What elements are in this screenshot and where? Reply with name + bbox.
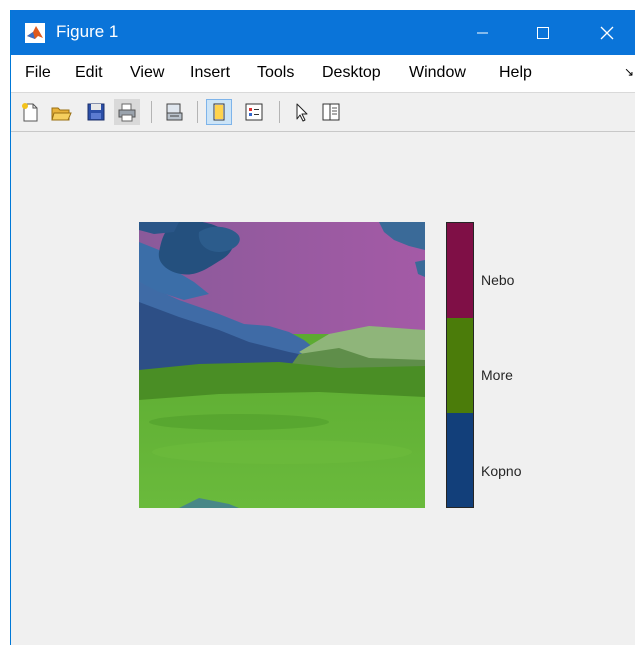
minimize-icon [477, 32, 488, 33]
insert-colorbar-icon [213, 103, 225, 121]
colorbar-segment-more [447, 318, 473, 413]
link-plot-icon [166, 103, 183, 121]
menu-window[interactable]: Window [409, 64, 466, 82]
menu-edit[interactable]: Edit [75, 64, 103, 82]
colorbar[interactable] [446, 222, 474, 508]
open-file-button[interactable] [48, 99, 74, 125]
title-bar[interactable]: Figure 1 [11, 10, 635, 55]
toolbar-separator [151, 101, 152, 123]
figure-canvas: Nebo More Kopno [11, 132, 635, 645]
colorbar-label-nebo: Nebo [481, 272, 515, 288]
close-icon [600, 26, 614, 39]
window-title: Figure 1 [56, 22, 119, 41]
insert-legend-icon [245, 103, 263, 121]
figure-window: Figure 1 File Edit View Insert Tools Des… [10, 10, 635, 645]
toolbar-separator [197, 101, 198, 123]
print-button[interactable] [114, 99, 140, 125]
save-icon [87, 103, 105, 121]
menu-overflow-arrow-icon[interactable]: ↘ [624, 65, 634, 79]
maximize-icon [537, 26, 549, 39]
menu-desktop[interactable]: Desktop [322, 64, 381, 82]
menu-help[interactable]: Help [499, 64, 532, 82]
edit-plot-arrow-icon [296, 103, 308, 122]
colorbar-label-kopno: Kopno [481, 463, 522, 479]
new-figure-icon [22, 103, 38, 122]
segmented-image [139, 222, 425, 508]
close-button[interactable] [583, 10, 631, 55]
property-inspector-button[interactable] [318, 99, 344, 125]
insert-legend-button[interactable] [241, 99, 267, 125]
menu-file[interactable]: File [25, 64, 51, 82]
insert-colorbar-button[interactable] [206, 99, 232, 125]
colorbar-segment-kopno [447, 413, 473, 507]
menu-bar: File Edit View Insert Tools Desktop Wind… [11, 55, 635, 93]
colorbar-segment-nebo [447, 223, 473, 318]
link-plot-button[interactable] [161, 99, 187, 125]
menu-tools[interactable]: Tools [257, 64, 294, 82]
new-figure-button[interactable] [17, 99, 43, 125]
menu-view[interactable]: View [130, 64, 164, 82]
matlab-logo-icon [25, 23, 45, 43]
open-file-icon [51, 107, 72, 121]
save-button[interactable] [83, 99, 109, 125]
menu-insert[interactable]: Insert [190, 64, 230, 82]
maximize-button[interactable] [519, 10, 567, 55]
print-icon [118, 103, 136, 122]
figure-toolbar [11, 93, 635, 132]
minimize-button[interactable] [459, 10, 507, 55]
edit-plot-button[interactable] [288, 99, 314, 125]
toolbar-separator [279, 101, 280, 123]
property-inspector-icon [322, 103, 340, 121]
colorbar-label-more: More [481, 367, 513, 383]
